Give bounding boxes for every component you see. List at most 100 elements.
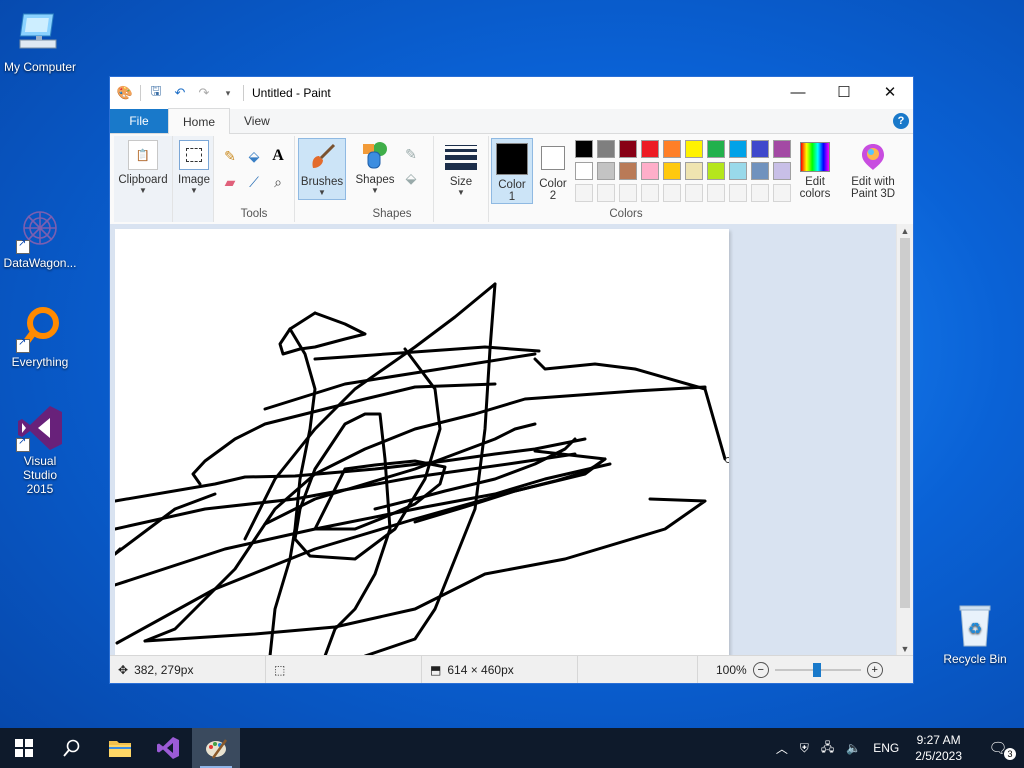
zoom-slider[interactable]	[774, 662, 861, 677]
palette-swatch[interactable]	[707, 140, 725, 158]
palette-swatch[interactable]	[773, 162, 791, 180]
save-icon[interactable]: 🖫	[147, 83, 165, 102]
palette-swatch[interactable]	[707, 162, 725, 180]
color1-button[interactable]: Color 1	[491, 138, 533, 204]
outline-icon[interactable]: ✎	[401, 144, 421, 164]
zoom-slider-thumb[interactable]	[812, 662, 821, 677]
palette-swatch[interactable]	[597, 162, 615, 180]
clock-date: 2/5/2023	[915, 749, 962, 763]
palette-swatch[interactable]	[751, 184, 769, 202]
taskbar-visual-studio[interactable]	[144, 728, 192, 768]
scrollbar-thumb[interactable]	[900, 238, 910, 608]
pencil-icon[interactable]: ✎	[220, 146, 240, 166]
chevron-down-icon: ▼	[190, 186, 198, 195]
image-size-icon: ⬒	[430, 662, 442, 677]
palette-swatch[interactable]	[597, 140, 615, 158]
palette-swatch[interactable]	[729, 162, 747, 180]
drawing-canvas[interactable]	[113, 229, 731, 656]
palette-swatch[interactable]	[663, 140, 681, 158]
clock-time: 9:27 AM	[916, 733, 961, 747]
palette-swatch[interactable]	[729, 184, 747, 202]
palette-swatch[interactable]	[685, 162, 703, 180]
palette-swatch[interactable]	[575, 140, 593, 158]
fill-style-icon[interactable]: ⬙	[401, 168, 421, 188]
magnifier-icon[interactable]: ⌕	[268, 172, 288, 192]
palette-swatch[interactable]	[751, 140, 769, 158]
volume-icon[interactable]: 🔈	[840, 728, 867, 768]
undo-icon[interactable]: ↶	[171, 84, 189, 102]
zoom-out-icon[interactable]: −	[752, 661, 769, 678]
divider	[243, 85, 244, 101]
desktop-icon-recycle-bin[interactable]: ♻ Recycle Bin	[935, 602, 1015, 666]
tab-file[interactable]: File	[110, 109, 168, 133]
desktop-icon-datawagon[interactable]: DataWagon...	[0, 206, 80, 270]
zoom-in-icon[interactable]: +	[866, 661, 883, 678]
tab-view[interactable]: View	[230, 109, 284, 133]
size-button[interactable]: Size ▼	[440, 142, 482, 197]
customize-qat-icon[interactable]: ▾	[219, 84, 237, 102]
palette-swatch[interactable]	[619, 184, 637, 202]
start-button[interactable]	[0, 728, 48, 768]
edit-colors-button[interactable]: Edit colors	[795, 138, 835, 200]
help-icon[interactable]: ?	[893, 113, 909, 129]
desktop-icon-my-computer[interactable]: My Computer	[0, 10, 80, 74]
color-picker-icon[interactable]: ⟋	[244, 172, 264, 192]
taskbar-paint[interactable]	[192, 728, 240, 768]
vertical-scrollbar[interactable]: ▲ ▼	[896, 224, 913, 656]
redo-icon[interactable]: ↷	[195, 84, 213, 102]
title-bar[interactable]: 🎨 🖫 ↶ ↷ ▾ Untitled - Paint — ☐ ✕	[110, 77, 913, 109]
palette-swatch[interactable]	[751, 162, 769, 180]
network-icon[interactable]: 🖧	[815, 728, 840, 768]
image-label: Image	[178, 174, 210, 186]
ribbon-tabs: File Home View ?	[110, 108, 913, 134]
tools-group-label: Tools	[240, 208, 268, 220]
eraser-icon[interactable]: ▰	[220, 172, 240, 192]
minimize-button[interactable]: —	[775, 77, 821, 107]
fill-icon[interactable]: ⬙	[244, 146, 264, 166]
close-button[interactable]: ✕	[867, 77, 913, 107]
edit-with-paint3d-button[interactable]: Edit with Paint 3D	[843, 138, 903, 200]
palette-swatch[interactable]	[663, 162, 681, 180]
image-group: Image ▼	[173, 136, 214, 222]
language-indicator[interactable]: ENG	[867, 728, 905, 768]
desktop-icon-everything[interactable]: Everything	[0, 305, 80, 369]
text-icon[interactable]: A	[268, 146, 288, 166]
security-icon[interactable]: ⛨	[794, 728, 815, 768]
palette-swatch[interactable]	[641, 184, 659, 202]
palette-swatch[interactable]	[619, 140, 637, 158]
taskbar-file-explorer[interactable]	[96, 728, 144, 768]
search-button[interactable]	[48, 728, 96, 768]
maximize-button[interactable]: ☐	[821, 77, 867, 107]
tab-home[interactable]: Home	[168, 108, 231, 134]
image-button[interactable]: Image ▼	[175, 140, 213, 195]
palette-swatch[interactable]	[729, 140, 747, 158]
palette-swatch[interactable]	[641, 140, 659, 158]
desktop-icon-label: Visual Studio 2015	[22, 454, 58, 496]
color1-swatch	[496, 143, 528, 175]
datawagon-icon	[16, 206, 64, 254]
shapes-button[interactable]: Shapes ▼	[353, 140, 397, 195]
scroll-down-icon[interactable]: ▼	[897, 642, 913, 656]
palette-swatch[interactable]	[575, 162, 593, 180]
desktop-icon-visual-studio[interactable]: Visual Studio 2015	[0, 404, 80, 496]
palette-swatch[interactable]	[773, 140, 791, 158]
palette-swatch[interactable]	[619, 162, 637, 180]
paint-app-icon[interactable]: 🎨	[116, 84, 134, 102]
clock[interactable]: 9:27 AM 2/5/2023	[905, 732, 972, 764]
palette-swatch[interactable]	[663, 184, 681, 202]
action-center-button[interactable]: 🗨 3	[972, 728, 1024, 768]
palette-swatch[interactable]	[575, 184, 593, 202]
windows-logo-icon	[15, 739, 33, 757]
color2-button[interactable]: Color 2	[533, 138, 573, 202]
show-hidden-icons-icon[interactable]: ︿	[770, 728, 794, 768]
recycle-bin-icon: ♻	[951, 602, 999, 650]
palette-swatch[interactable]	[685, 140, 703, 158]
palette-swatch[interactable]	[773, 184, 791, 202]
scroll-up-icon[interactable]: ▲	[897, 224, 913, 238]
palette-swatch[interactable]	[685, 184, 703, 202]
palette-swatch[interactable]	[641, 162, 659, 180]
palette-swatch[interactable]	[707, 184, 725, 202]
brushes-button[interactable]: Brushes ▼	[298, 138, 346, 200]
clipboard-button[interactable]: 📋 Clipboard ▼	[116, 140, 170, 195]
palette-swatch[interactable]	[597, 184, 615, 202]
